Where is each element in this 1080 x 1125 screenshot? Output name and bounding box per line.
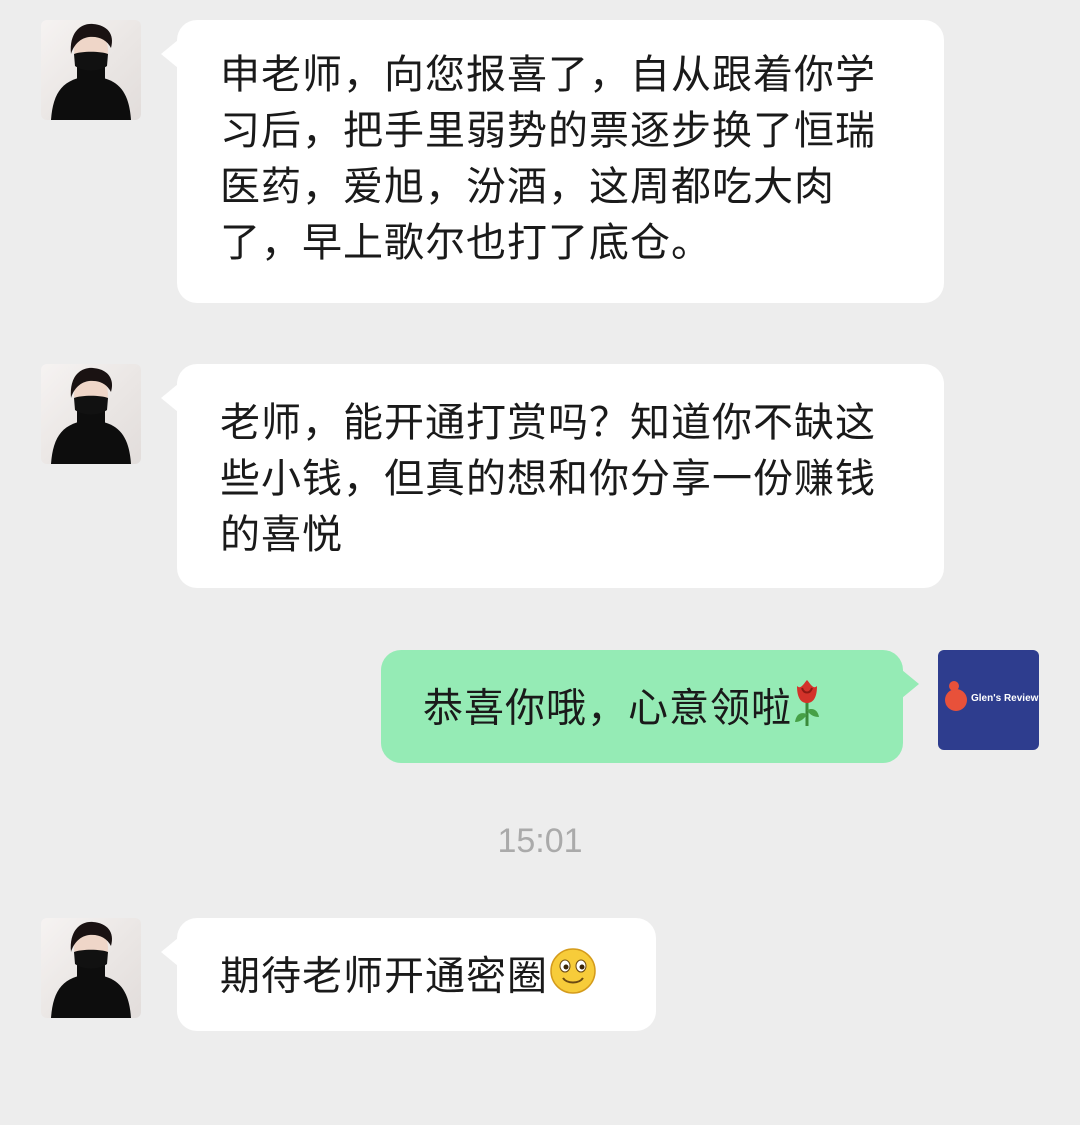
message-bubble-incoming[interactable]: 老师，能开通打赏吗？知道你不缺这些小钱，但真的想和你分享一份赚钱的喜悦	[161, 364, 944, 588]
smile-emoji-icon	[548, 946, 598, 1011]
message-bubble-incoming[interactable]: 申老师，向您报喜了，自从跟着你学习后，把手里弱势的票逐步换了恒瑞医药，爱旭，汾酒…	[161, 20, 944, 303]
message-text: 老师，能开通打赏吗？知道你不缺这些小钱，但真的想和你分享一份赚钱的喜悦	[220, 400, 876, 558]
brand-logo-icon	[945, 681, 967, 711]
self-avatar[interactable]: Glen's Review	[938, 650, 1039, 750]
message-text: 申老师，向您报喜了，自从跟着你学习后，把手里弱势的票逐步换了恒瑞医药，爱旭，汾酒…	[220, 52, 876, 266]
contact-avatar[interactable]	[41, 20, 141, 120]
message-text: 恭喜你哦，心意领啦	[423, 685, 792, 732]
person-photo-icon	[51, 23, 131, 120]
message-bubble-incoming[interactable]: 期待老师开通密圈	[161, 918, 656, 1031]
message-timestamp: 15:01	[497, 822, 583, 860]
rose-emoji-icon	[792, 678, 822, 743]
contact-avatar[interactable]	[41, 364, 141, 464]
message-bubble-outgoing[interactable]: 恭喜你哦，心意领啦	[381, 650, 919, 763]
contact-avatar[interactable]	[41, 918, 141, 1018]
message-text: 期待老师开通密圈	[220, 953, 548, 1000]
person-photo-icon	[51, 367, 131, 464]
person-photo-icon	[51, 921, 131, 1018]
self-avatar-label: Glen's Review	[971, 693, 1039, 704]
